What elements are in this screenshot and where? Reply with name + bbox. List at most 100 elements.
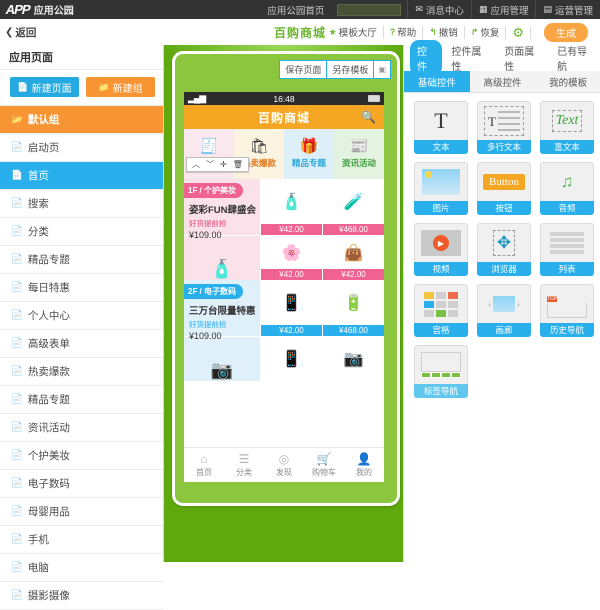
page-icon: 📄 <box>11 198 23 209</box>
generate-button[interactable]: 生成 <box>544 22 588 42</box>
product-cell-0-3[interactable]: 👜 ¥42.00 <box>322 236 384 280</box>
sidebar-item-3[interactable]: 📄 搜索 <box>0 190 163 218</box>
widget-label: 宫格 <box>414 323 468 337</box>
widget-按钮[interactable]: Button 按钮 <box>477 162 531 215</box>
topnav-messages[interactable]: ✉ 消息中心 <box>407 0 471 19</box>
help-button[interactable]: ? 帮助 <box>382 25 423 39</box>
panel-subtab-0[interactable]: 基础控件 <box>404 71 470 92</box>
settings-button[interactable]: ⚙ <box>505 25 530 39</box>
widget-标签导航[interactable]: 标签导航 <box>414 345 468 398</box>
tabbar-item-2[interactable]: ◎ 发现 <box>264 448 304 482</box>
tabbar-item-4[interactable]: 👤 我的 <box>344 448 384 482</box>
category-tile-2[interactable]: 🎁 精品专题 <box>284 129 334 179</box>
sidebar-item-9[interactable]: 📄 热卖爆款 <box>0 358 163 386</box>
search-icon[interactable]: 🔍 <box>361 110 377 124</box>
tabbar-item-0[interactable]: ⌂ 首页 <box>184 448 224 482</box>
widget-富文本[interactable]: Text 富文本 <box>540 101 594 154</box>
tabbar-item-3[interactable]: 🛒 购物车 <box>304 448 344 482</box>
global-topbar: APP 应用公园 应用公园首页 ✉ 消息中心 ▦ 应用管理 ▤ 运营管理 <box>0 0 600 19</box>
gallery-widget-icon: ‹ › <box>477 284 531 324</box>
sidebar-item-17[interactable]: 📄 摄影摄像 <box>0 582 163 610</box>
save-page-button[interactable]: 保存页面 <box>279 60 327 79</box>
widget-文本[interactable]: T 文本 <box>414 101 468 154</box>
audio-widget-icon: ♫ <box>540 162 594 202</box>
widget-label: 按钮 <box>477 201 531 215</box>
sidebar-item-2[interactable]: 📄 首页 <box>0 162 163 190</box>
navbar-title: 百购商城 <box>257 110 310 125</box>
float-tool-2[interactable]: ✛ <box>217 160 230 169</box>
sidebar-item-16[interactable]: 📄 电脑 <box>0 554 163 582</box>
widget-浏览器[interactable]: ✥ 浏览器 <box>477 223 531 276</box>
new-group-label: 新建组 <box>112 83 143 95</box>
topnav-ops-manage[interactable]: ▤ 运营管理 <box>535 0 600 19</box>
back-button[interactable]: ❮ 返回 <box>5 25 36 40</box>
category-tile-3[interactable]: 📰 资讯活动 <box>334 129 384 179</box>
page-icon: 📄 <box>11 590 23 601</box>
sidebar-item-7[interactable]: 📄 个人中心 <box>0 302 163 330</box>
sidebar-item-0[interactable]: 📂 默认组 <box>0 106 163 134</box>
sidebar-item-label: 手机 <box>27 534 49 546</box>
undo-button[interactable]: ↰ 撤销 <box>422 25 464 39</box>
widget-label: 视频 <box>414 262 468 276</box>
battery-icon <box>368 95 380 102</box>
topbar-search-input[interactable] <box>337 3 402 16</box>
browser-widget-icon: ✥ <box>477 223 531 263</box>
widget-列表[interactable]: 列表 <box>540 223 594 276</box>
rich-text-widget-icon: Text <box>540 101 594 141</box>
product-cell-1-1[interactable]: 🔋 ¥468.00 <box>322 280 384 336</box>
element-toolbar[interactable]: ︿ ﹀ ✛ 🗑 <box>186 157 249 172</box>
tabbar-label: 购物车 <box>312 467 336 477</box>
widget-历史导航[interactable]: TOP 历史导航 <box>540 284 594 337</box>
page-icon: 📄 <box>11 422 23 433</box>
question-icon: ? <box>389 27 396 37</box>
widget-label: 历史导航 <box>540 323 594 337</box>
sidebar-item-10[interactable]: 📄 精品专题 <box>0 386 163 414</box>
sidebar-item-15[interactable]: 📄 手机 <box>0 526 163 554</box>
category-label: 精品专题 <box>291 158 326 168</box>
save-template-button[interactable]: 另存模板 <box>326 60 374 79</box>
sidebar-item-label: 搜索 <box>27 198 49 210</box>
topnav-home[interactable]: 应用公园首页 <box>260 0 331 19</box>
new-group-button[interactable]: 📁 新建组 <box>86 77 155 97</box>
list-widget-icon <box>540 223 594 263</box>
product-cell-1-2[interactable]: 📱 <box>260 337 322 381</box>
preview-icon[interactable]: ▣ <box>373 60 391 79</box>
sidebar-item-8[interactable]: 📄 高级表单 <box>0 330 163 358</box>
product-cell-1-3[interactable]: 📷 <box>322 337 384 381</box>
float-tool-3[interactable]: 🗑 <box>230 160 246 169</box>
new-page-button[interactable]: 📄 新建页面 <box>10 77 79 97</box>
sidebar-item-14[interactable]: 📄 母婴用品 <box>0 498 163 526</box>
widget-宫格[interactable]: 宫格 <box>414 284 468 337</box>
widget-音频[interactable]: ♫ 音频 <box>540 162 594 215</box>
panel-subtab-2[interactable]: 我的模板 <box>535 71 600 92</box>
category-icon: 🛍 <box>249 138 269 155</box>
widget-多行文本[interactable]: T 多行文本 <box>477 101 531 154</box>
sidebar-item-5[interactable]: 📄 精品专题 <box>0 246 163 274</box>
tabbar-item-1[interactable]: ☰ 分类 <box>224 448 264 482</box>
sidebar-item-11[interactable]: 📄 资讯活动 <box>0 414 163 442</box>
sidebar-item-12[interactable]: 📄 个护美妆 <box>0 442 163 470</box>
widget-图片[interactable]: 图片 <box>414 162 468 215</box>
product-cell-0-2[interactable]: 🌸 ¥42.00 <box>260 236 322 280</box>
site-logo[interactable]: APP 应用公园 <box>4 2 73 17</box>
floor-title: 三万台限量特惠 <box>189 306 256 317</box>
page-icon: 📄 <box>11 338 23 349</box>
panel-subtab-1[interactable]: 高级控件 <box>470 71 536 92</box>
redo-button[interactable]: ↱ 恢复 <box>463 25 506 39</box>
float-tool-0[interactable]: ︿ <box>189 159 203 170</box>
product-cell-0-1[interactable]: 🧪 ¥468.00 <box>322 179 384 235</box>
sidebar-item-1[interactable]: 📄 启动页 <box>0 134 163 162</box>
product-cell-1-0[interactable]: 📱 ¥42.00 <box>260 280 322 336</box>
sidebar-item-13[interactable]: 📄 电子数码 <box>0 470 163 498</box>
sidebar-item-6[interactable]: 📄 每日特惠 <box>0 274 163 302</box>
status-time: 16:48 <box>273 93 295 104</box>
sidebar-item-4[interactable]: 📄 分类 <box>0 218 163 246</box>
page-icon: 📄 <box>11 394 23 405</box>
widget-视频[interactable]: ▶ 视频 <box>414 223 468 276</box>
grid-widget-icon <box>414 284 468 324</box>
float-tool-1[interactable]: ﹀ <box>203 159 217 170</box>
topnav-app-manage[interactable]: ▦ 应用管理 <box>470 0 536 19</box>
widget-画廊[interactable]: ‹ › 画廊 <box>477 284 531 337</box>
tabbar-icon: ☰ <box>238 451 250 466</box>
product-cell-0-0[interactable]: 🧴 ¥42.00 <box>260 179 322 235</box>
